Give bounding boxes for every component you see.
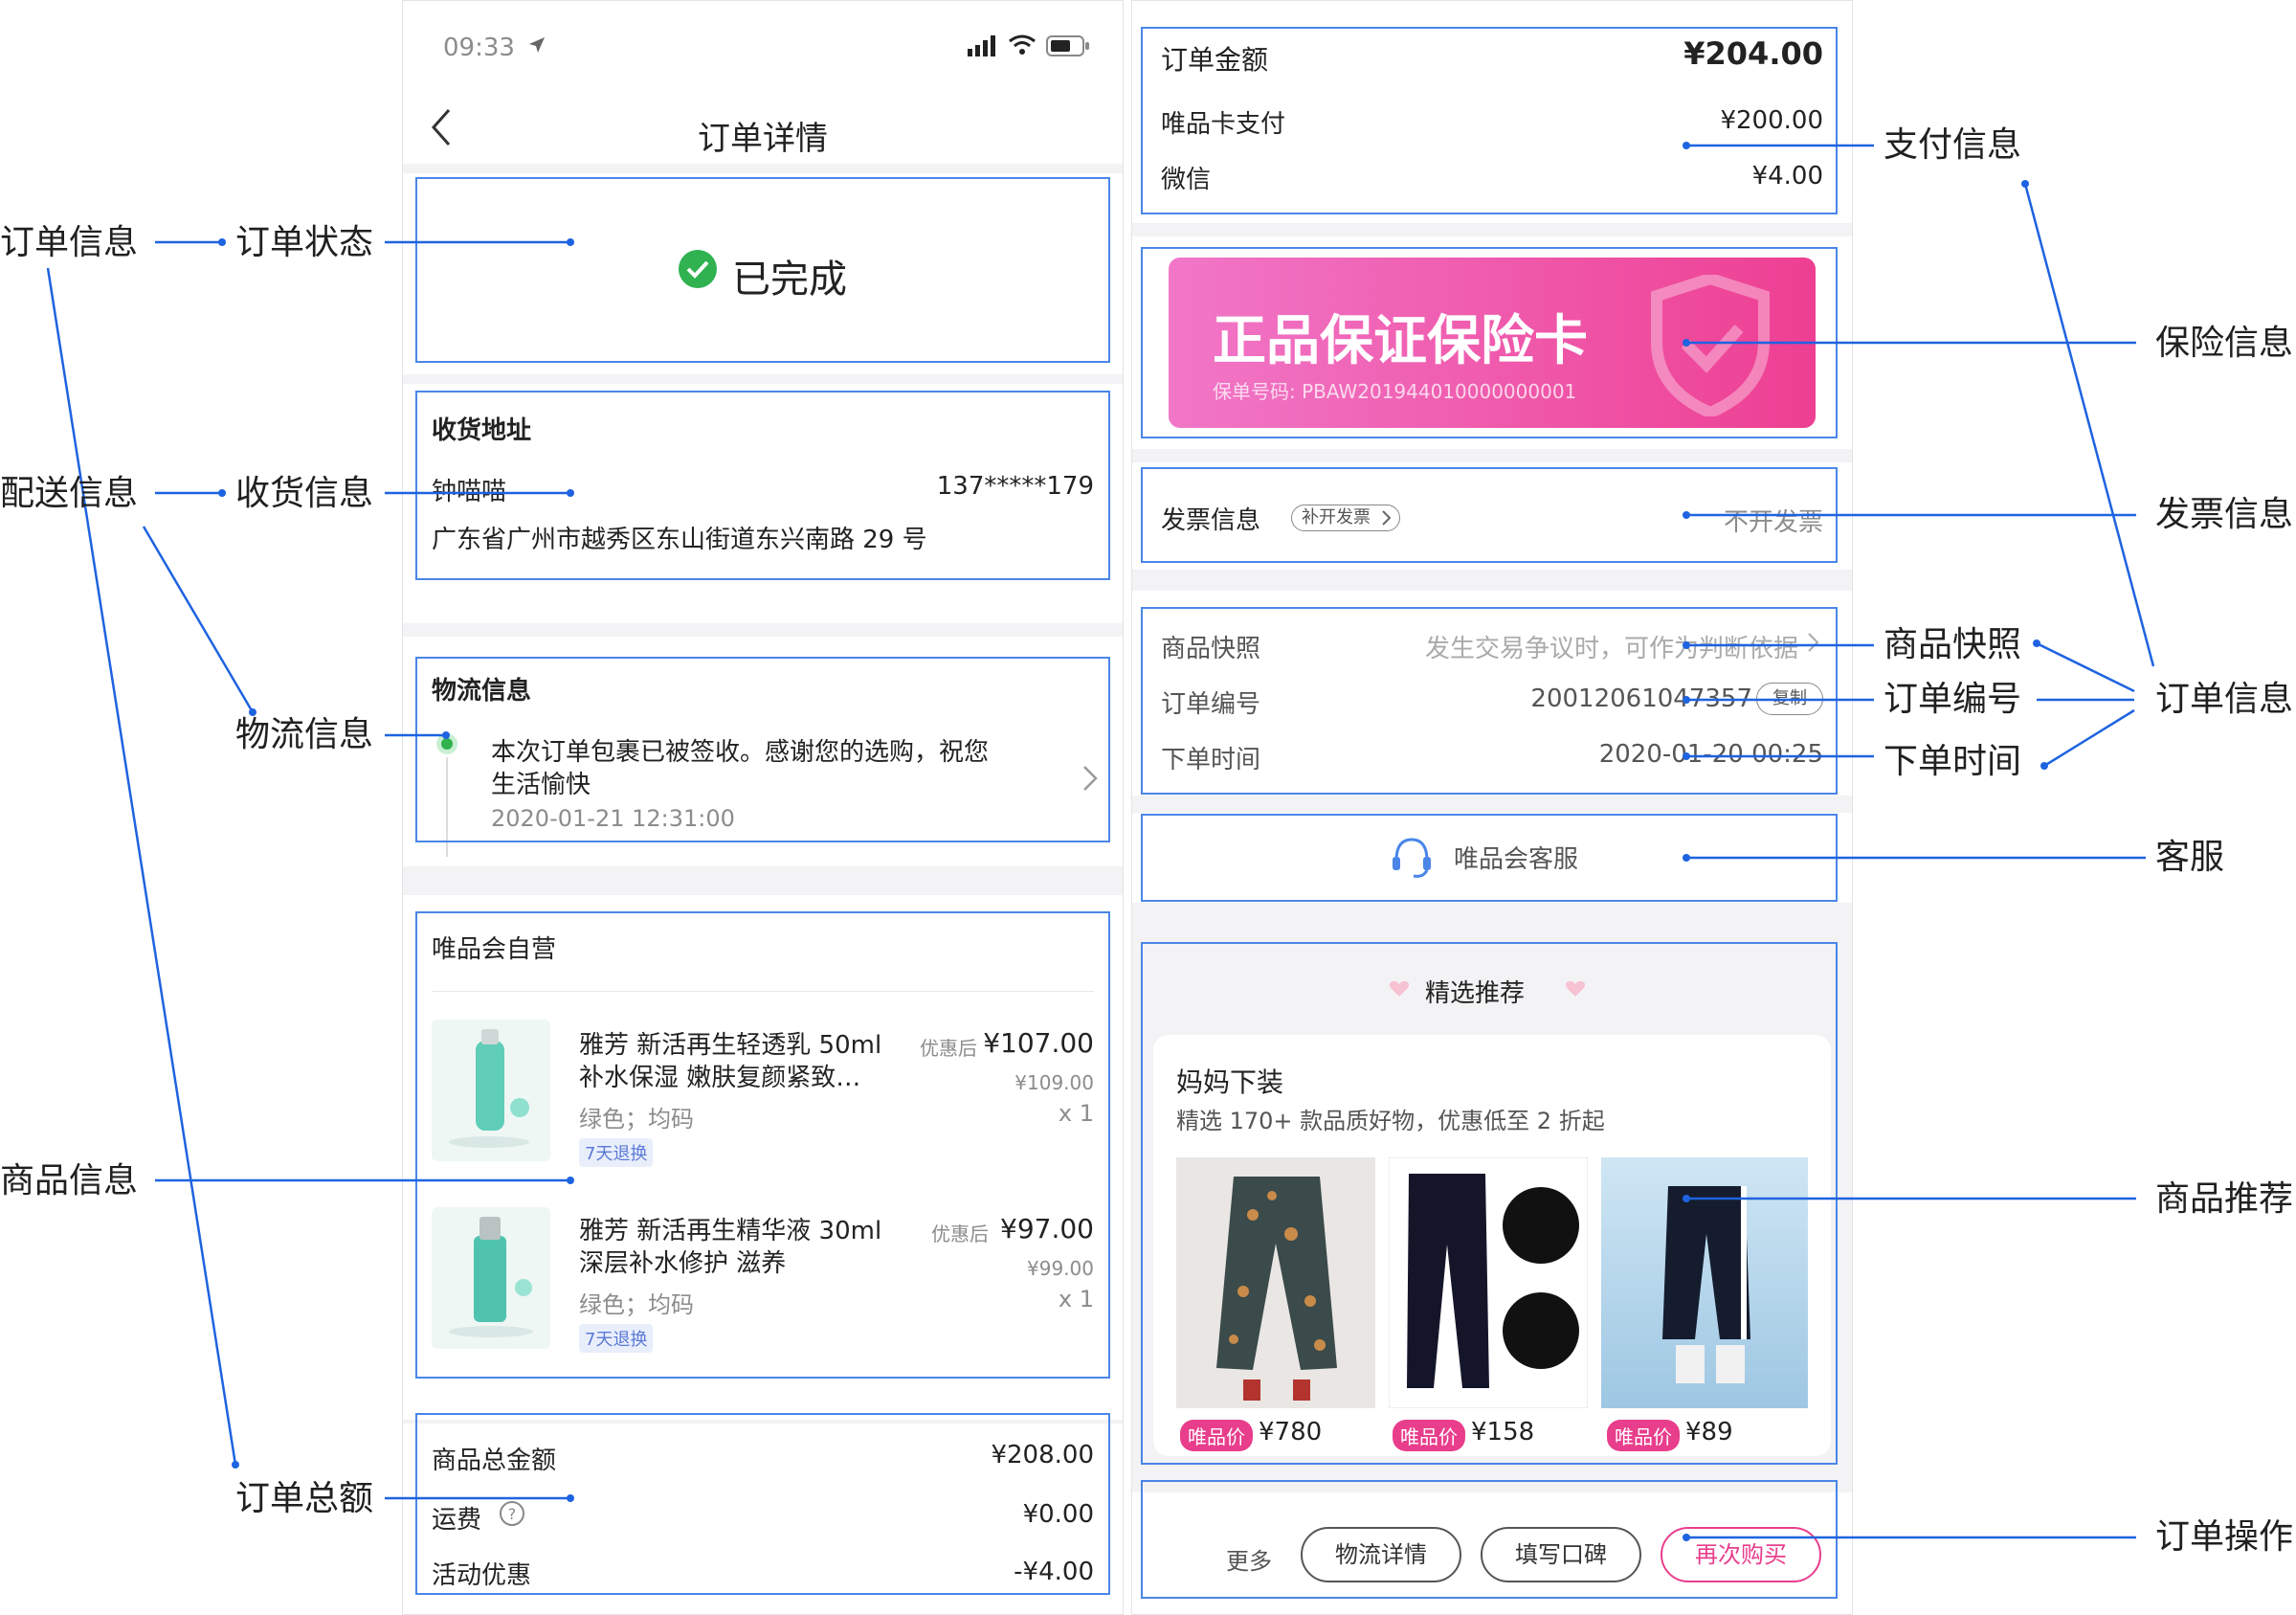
label-order-total: 订单总额 <box>235 1479 374 1518</box>
signal-icon <box>968 35 1000 60</box>
label-order-info-right: 订单信息 <box>2155 680 2294 719</box>
highlight-address <box>415 391 1110 580</box>
highlight-insurance <box>1141 247 1838 438</box>
label-order-number: 订单编号 <box>1884 680 2022 719</box>
highlight-goods <box>415 911 1110 1379</box>
label-goods-info: 商品信息 <box>0 1161 139 1200</box>
highlight-order-meta <box>1141 607 1838 795</box>
highlight-payment <box>1141 27 1838 214</box>
location-arrow-icon <box>527 35 546 55</box>
label-snapshot: 商品快照 <box>1884 625 2022 664</box>
status-time: 09:33 <box>443 34 515 62</box>
label-order-info: 订单信息 <box>0 223 139 262</box>
label-delivery-info: 配送信息 <box>0 474 139 513</box>
label-invoice-info: 发票信息 <box>2155 495 2294 534</box>
label-order-actions: 订单操作 <box>2155 1517 2294 1557</box>
label-customer-service: 客服 <box>2155 838 2225 877</box>
label-recommend: 商品推荐 <box>2155 1179 2294 1219</box>
status-bar: 09:33 订单详情 <box>403 1 1123 164</box>
page-title: 订单详情 <box>698 120 828 158</box>
highlight-customer-service <box>1141 814 1838 902</box>
highlight-invoice <box>1141 467 1838 563</box>
highlight-order-status <box>415 177 1110 363</box>
label-order-time: 下单时间 <box>1884 742 2022 781</box>
label-insurance-info: 保险信息 <box>2155 324 2294 363</box>
label-receiving-info: 收货信息 <box>235 474 374 513</box>
label-payment-info: 支付信息 <box>1884 125 2022 165</box>
battery-icon <box>1046 35 1090 60</box>
wifi-icon <box>1008 34 1037 60</box>
label-logistics-info: 物流信息 <box>235 715 374 754</box>
highlight-totals <box>415 1413 1110 1595</box>
highlight-logistics <box>415 657 1110 842</box>
label-order-status: 订单状态 <box>235 223 374 262</box>
highlight-actions <box>1141 1480 1838 1599</box>
highlight-recommend <box>1141 942 1838 1465</box>
